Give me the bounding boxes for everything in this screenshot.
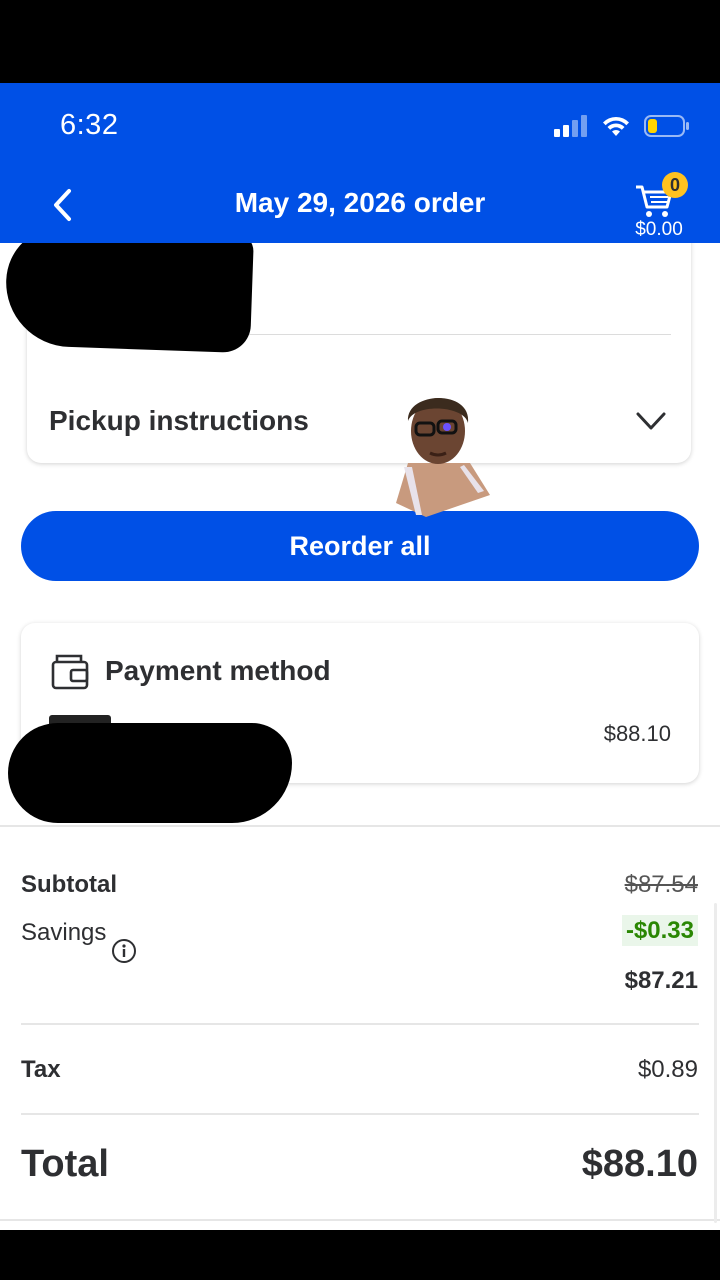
chevron-down-icon	[636, 412, 666, 430]
signal-icon	[554, 115, 587, 137]
pickup-instructions-row[interactable]: Pickup instructions	[27, 383, 691, 463]
tax-label: Tax	[21, 1056, 61, 1083]
info-icon[interactable]	[111, 938, 137, 964]
redaction-mark	[8, 723, 292, 823]
divider	[21, 1113, 699, 1115]
status-time: 6:32	[60, 109, 119, 141]
redaction-mark	[3, 224, 255, 354]
subtotal-original: $87.54	[624, 871, 698, 898]
top-bar: 6:32 May 29, 2026 order 0 $0.00	[0, 83, 720, 243]
battery-icon	[644, 115, 689, 137]
divider	[21, 1023, 699, 1025]
payment-amount: $88.10	[603, 721, 671, 746]
payment-method-title: Payment method	[105, 655, 331, 686]
wifi-icon	[603, 116, 629, 136]
reorder-all-button[interactable]: Reorder all	[21, 511, 699, 581]
section-divider	[0, 825, 720, 827]
user-overlay-photo	[396, 398, 490, 517]
savings-label: Savings	[21, 919, 107, 946]
status-icons	[554, 113, 690, 139]
order-details-screen: 6:32 May 29, 2026 order 0 $0.00 Pickup i…	[0, 83, 720, 1230]
cart-button[interactable]: 0 $0.00	[614, 171, 704, 241]
subtotal-label: Subtotal	[21, 871, 117, 898]
savings-value-wrap: -$0.33	[621, 915, 698, 946]
subtotal-after-savings: $87.21	[624, 967, 698, 994]
scrollbar[interactable]	[714, 903, 717, 1223]
total-label: Total	[21, 1143, 109, 1185]
wallet-icon	[51, 654, 89, 690]
cart-count-badge: 0	[662, 172, 688, 198]
tax-value: $0.89	[637, 1056, 698, 1083]
savings-value: -$0.33	[621, 915, 698, 946]
section-divider	[0, 1219, 720, 1221]
page-title: May 29, 2026 order	[234, 187, 486, 218]
cart-total: $0.00	[635, 219, 683, 240]
pickup-instructions-label: Pickup instructions	[49, 405, 309, 436]
total-value: $88.10	[581, 1143, 698, 1185]
